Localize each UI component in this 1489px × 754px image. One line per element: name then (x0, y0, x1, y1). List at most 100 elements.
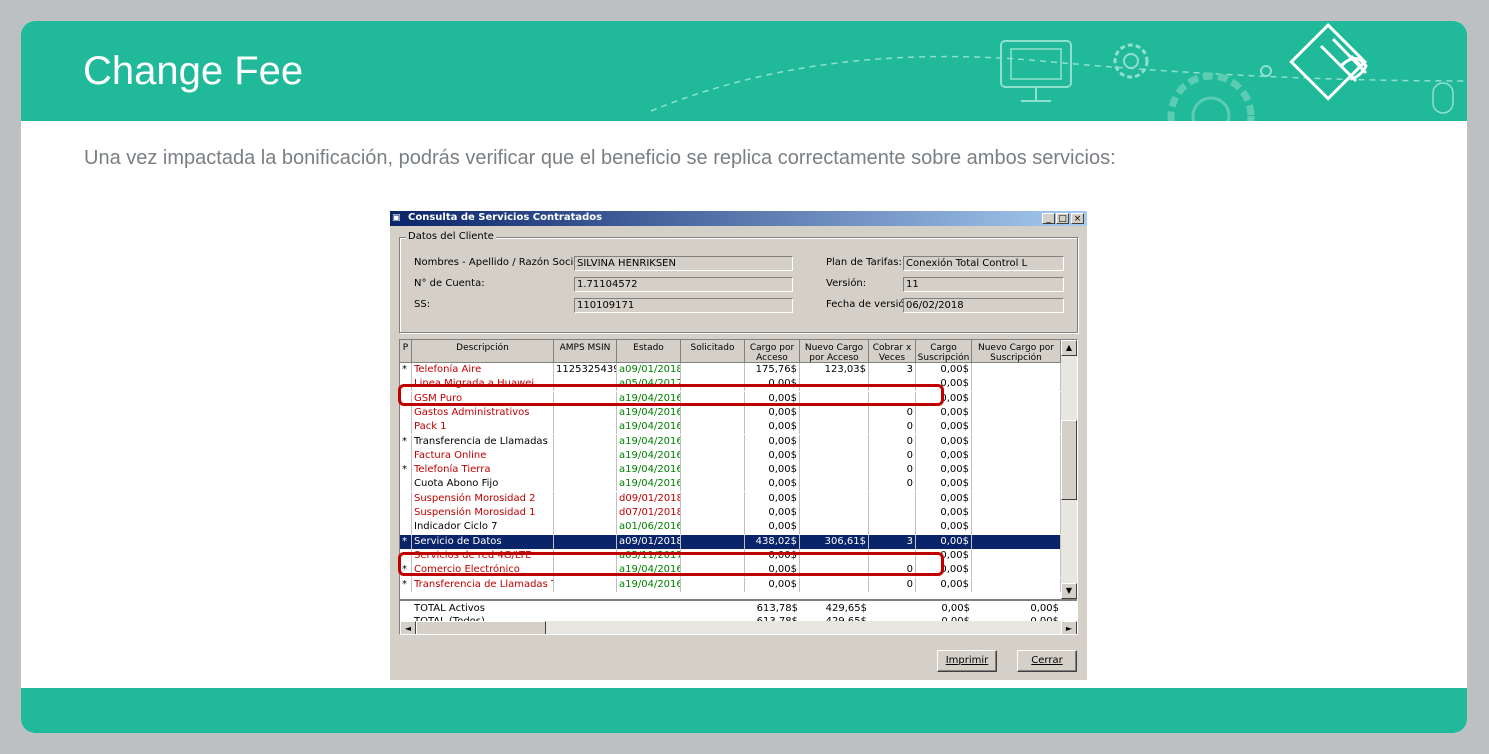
vertical-scrollbar[interactable]: ▲ ▼ (1061, 340, 1077, 599)
table-row[interactable]: * Telefonía Tierra a19/04/2016 0,00$ 0 0,00$ (400, 463, 1061, 478)
cell-nsusc (972, 534, 1061, 549)
cell-p: * (400, 363, 412, 377)
highlight-servicio-datos (398, 552, 944, 576)
hscroll-thumb[interactable] (416, 621, 546, 634)
scroll-right-icon[interactable]: ► (1061, 621, 1077, 634)
column-header[interactable]: AMPS MSIN (554, 340, 617, 363)
table-row[interactable]: Suspensión Morosidad 2 d09/01/2018 0,00$ 0,… (400, 491, 1061, 506)
total-nuevo: 429,65$ (825, 603, 867, 614)
table-row[interactable]: * Servicio de Datos a09/01/2018 438,02$ 306,… (400, 534, 1061, 549)
cell-nsusc (972, 563, 1061, 578)
cell-desc: Suspensión Morosidad 2 (412, 491, 554, 506)
cell-susc: 0,00$ (916, 491, 972, 506)
cell-estado: a19/04/2016 (619, 448, 681, 463)
cell-nuevo (800, 520, 869, 535)
total-nsusc: 0,00$ (1030, 603, 1059, 614)
cell-desc: Gastos Administrativos (412, 405, 554, 420)
table-row[interactable]: Indicador Ciclo 7 a01/06/2016 0,00$ 0,00$ (400, 520, 1061, 535)
cell-cargo: 0,00$ (745, 434, 800, 449)
minimize-button[interactable]: _ (1042, 213, 1055, 224)
cell-cargo: 0,00$ (745, 405, 800, 420)
cell-desc: Suspensión Morosidad 1 (412, 506, 554, 520)
cell-susc: 0,00$ (916, 506, 972, 520)
table-row[interactable]: * Telefonía Aire 1125325439 a09/01/2018 175,… (400, 363, 1061, 377)
cell-desc: Telefonía Tierra (412, 463, 554, 478)
cell-p: * (400, 534, 412, 549)
cell-susc: 0,00$ (916, 477, 972, 492)
column-header[interactable]: Solicitado (681, 340, 745, 363)
table-row[interactable]: Gastos Administrativos a19/04/2016 0,00$ 0 0… (400, 405, 1061, 420)
cell-nsusc (972, 434, 1061, 449)
cell-estado: a19/04/2016 (619, 420, 681, 435)
cell-estado: a19/04/2016 (619, 477, 681, 492)
cell-nuevo: 306,61$ (800, 534, 869, 549)
fecha-field[interactable]: 06/02/2018 (903, 298, 1064, 313)
scroll-left-icon[interactable]: ◄ (400, 621, 416, 634)
column-header[interactable]: Cargo por Acceso (745, 340, 800, 363)
ss-field[interactable]: 110109171 (574, 298, 793, 313)
column-header[interactable]: Descripción (412, 340, 554, 363)
table-row[interactable]: Pack 1 a19/04/2016 0,00$ 0 0,00$ (400, 420, 1061, 435)
cell-susc: 0,00$ (916, 463, 972, 478)
cell-cargo: 0,00$ (745, 477, 800, 492)
cell-nsusc (972, 377, 1061, 392)
cell-nuevo (800, 506, 869, 520)
cell-p (400, 477, 412, 492)
cell-nuevo (800, 463, 869, 478)
cell-p (400, 506, 412, 520)
column-header[interactable]: Estado (617, 340, 681, 363)
table-row[interactable]: Suspensión Morosidad 1 d07/01/2018 0,00$ 0,… (400, 506, 1061, 520)
column-header[interactable]: Nuevo Cargo por Acceso (800, 340, 869, 363)
column-header[interactable]: P (400, 340, 412, 363)
cell-susc: 0,00$ (916, 405, 972, 420)
cell-desc: Servicio de Datos (412, 534, 554, 549)
cell-nuevo (800, 577, 869, 592)
header-decoration-icon (650, 23, 1467, 121)
plan-label: Plan de Tarifas: (826, 257, 902, 268)
slide: Change Fee Una vez impactada la bonifica… (21, 21, 1467, 733)
cell-p: * (400, 577, 412, 592)
cell-sol (681, 477, 745, 492)
scroll-up-icon[interactable]: ▲ (1061, 340, 1077, 356)
column-header[interactable]: Cargo Suscripción (916, 340, 972, 363)
cell-amps (554, 577, 617, 592)
scroll-thumb[interactable] (1061, 420, 1077, 500)
cell-p (400, 520, 412, 535)
cell-nuevo (800, 434, 869, 449)
cell-amps (554, 520, 617, 535)
cell-nuevo: 123,03$ (800, 363, 869, 377)
scroll-down-icon[interactable]: ▼ (1061, 583, 1077, 599)
plan-field[interactable]: Conexión Total Control L (903, 256, 1064, 271)
cell-nsusc (972, 463, 1061, 478)
cuenta-field[interactable]: 1.71104572 (574, 277, 793, 292)
version-field[interactable]: 11 (903, 277, 1064, 292)
cerrar-button[interactable]: Cerrar (1017, 650, 1077, 672)
cell-amps (554, 534, 617, 549)
column-header[interactable]: Cobrar x Veces (869, 340, 916, 363)
table-row[interactable]: *Transferencia de Llamadas Tble a19/04/20… (400, 577, 1061, 592)
cell-sol (681, 434, 745, 449)
horizontal-scrollbar[interactable]: ◄ ► (400, 621, 1077, 634)
nombres-label: Nombres - Apellido / Razón Social (414, 257, 583, 268)
cell-nsusc (972, 506, 1061, 520)
column-header[interactable]: Nuevo Cargo por Suscripción (972, 340, 1061, 363)
maximize-button[interactable]: □ (1056, 213, 1069, 224)
cell-sol (681, 463, 745, 478)
cuenta-label: N° de Cuenta: (414, 278, 485, 289)
cell-amps (554, 434, 617, 449)
cell-estado: d09/01/2018 (619, 491, 681, 506)
cell-cargo: 0,00$ (745, 448, 800, 463)
cell-nuevo (800, 491, 869, 506)
cell-nsusc (972, 548, 1061, 563)
cell-susc: 0,00$ (916, 420, 972, 435)
imprimir-button[interactable]: Imprimir (937, 650, 997, 672)
cell-amps (554, 477, 617, 492)
close-button[interactable]: × (1071, 213, 1084, 224)
dialog-titlebar: ▣ Consulta de Servicios Contratados _ □ … (390, 211, 1087, 226)
table-row[interactable]: Cuota Abono Fijo a19/04/2016 0,00$ 0 0,00$ (400, 477, 1061, 492)
cell-desc: Cuota Abono Fijo (412, 477, 554, 492)
nombres-field[interactable]: SILVINA HENRIKSEN (574, 256, 793, 271)
slide-body-text: Una vez impactada la bonificación, podrá… (84, 147, 1116, 169)
table-row[interactable]: * Transferencia de Llamadas a19/04/2016 0,0… (400, 434, 1061, 449)
table-row[interactable]: Factura Online a19/04/2016 0,00$ 0 0,00$ (400, 448, 1061, 463)
